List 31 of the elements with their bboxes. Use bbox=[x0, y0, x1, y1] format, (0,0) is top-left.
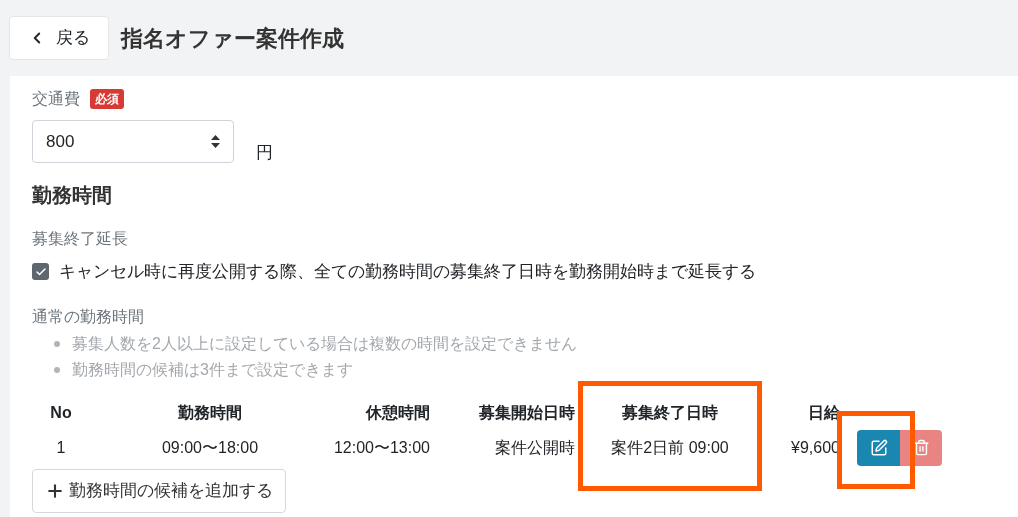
checkbox-label: キャンセル時に再度公開する際、全ての勤務時間の募集終了日時を勤務開始時まで延長する bbox=[59, 261, 756, 283]
column-header: No bbox=[49, 402, 73, 423]
table-cell-text: 09:00〜18:00 bbox=[160, 437, 260, 458]
bullet-icon bbox=[54, 366, 60, 373]
required-badge: 必須 bbox=[90, 89, 124, 109]
field-label: 交通費 bbox=[32, 89, 80, 109]
column-header: 休憩時間 bbox=[364, 402, 430, 423]
checkbox[interactable] bbox=[32, 263, 49, 281]
fee-select[interactable]: 800 bbox=[32, 120, 234, 163]
check-icon bbox=[34, 265, 47, 278]
add-button[interactable]: 勤務時間の候補を追加する bbox=[32, 468, 286, 513]
table-cell-text: 案件公開時 bbox=[494, 437, 575, 458]
edit-icon bbox=[869, 438, 888, 457]
table-cell-text: 1 bbox=[55, 437, 67, 458]
section-title: 勤務時間 bbox=[32, 183, 113, 208]
note-text: 勤務時間の候補は3件まで設定できます bbox=[72, 359, 353, 380]
select-arrows-icon bbox=[211, 135, 220, 148]
trash-icon bbox=[912, 439, 930, 456]
table-cell-text: 案件2日前 09:00 bbox=[610, 437, 730, 458]
field-label: 募集終了延長 bbox=[32, 229, 129, 249]
edit-button[interactable] bbox=[857, 429, 900, 466]
bullet-icon bbox=[54, 340, 60, 347]
field-label: 通常の勤務時間 bbox=[32, 306, 145, 327]
note-text: 募集人数を2人以上に設定している場合は複数の時間を設定できません bbox=[72, 333, 577, 354]
unit-label: 円 bbox=[256, 141, 273, 164]
column-header: 勤務時間 bbox=[177, 402, 243, 423]
table-cell-text: 12:00〜13:00 bbox=[332, 437, 430, 458]
page-title: 指名オファー案件作成 bbox=[121, 24, 344, 53]
column-header: 募集終了日時 bbox=[621, 402, 719, 423]
back-button[interactable]: 戻る bbox=[9, 16, 109, 60]
column-header: 募集開始日時 bbox=[478, 402, 575, 423]
